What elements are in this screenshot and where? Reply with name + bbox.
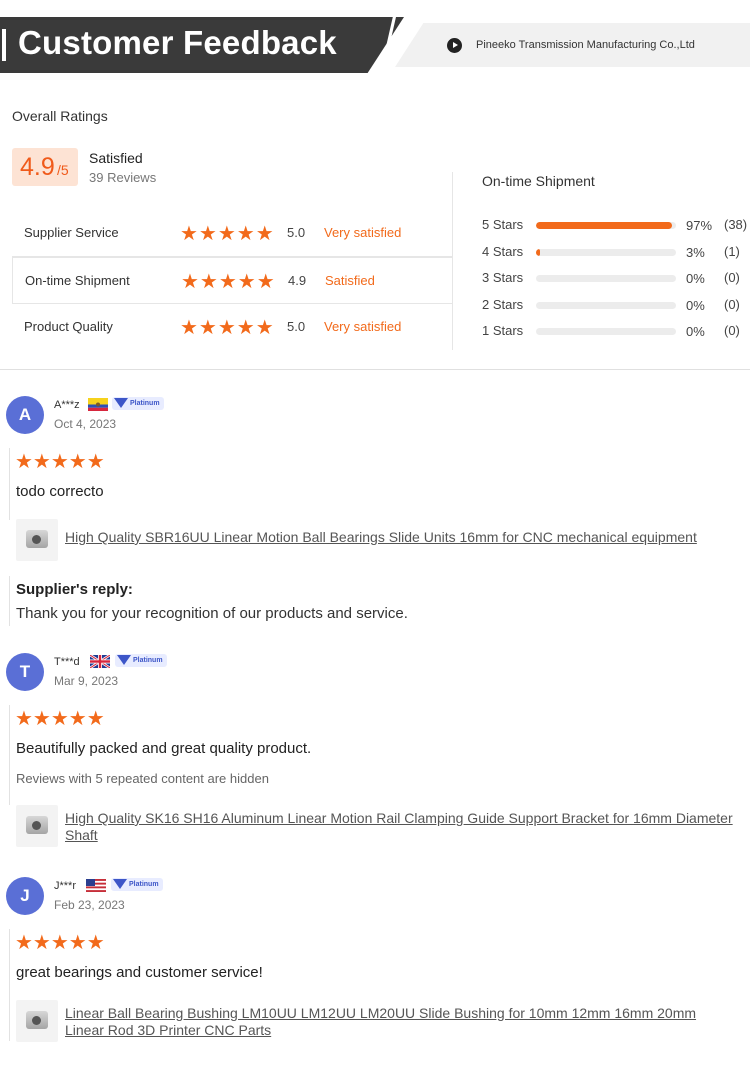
progress-fill bbox=[536, 248, 541, 256]
review-text: Beautifully packed and great quality pro… bbox=[16, 740, 312, 757]
dist-percent: 0% bbox=[686, 324, 705, 339]
rating-row-product-quality: Product Quality ★★★★★ 5.0 Very satisfied bbox=[12, 304, 452, 351]
rating-text: Very satisfied bbox=[324, 225, 402, 240]
progress-track bbox=[536, 222, 676, 229]
progress-track bbox=[536, 301, 676, 309]
overall-ratings-label: Overall Ratings bbox=[12, 108, 108, 124]
dist-label: 1 Stars bbox=[482, 323, 524, 338]
shipment-title: On-time Shipment bbox=[482, 173, 595, 189]
review-date: Feb 23, 2023 bbox=[54, 898, 125, 912]
reviewer-name: A***z bbox=[54, 399, 80, 411]
header-banner: Customer Feedback Pineeko Transmission M… bbox=[0, 17, 750, 73]
platinum-badge: Platinum bbox=[115, 654, 167, 667]
hidden-reviews-note: Reviews with 5 repeated content are hidd… bbox=[16, 771, 269, 786]
star-rating-icon: ★★★★★ bbox=[15, 451, 105, 473]
platinum-badge: Platinum bbox=[111, 878, 163, 891]
score-badge: 4.9 /5 bbox=[12, 148, 78, 186]
review-border bbox=[9, 929, 10, 1041]
rating-label: Product Quality bbox=[24, 319, 113, 334]
reply-text: Thank you for your recognition of our pr… bbox=[16, 605, 408, 622]
reply-border bbox=[9, 576, 10, 626]
star-rating-icon: ★★★★★ bbox=[15, 932, 105, 954]
product-link[interactable]: High Quality SBR16UU Linear Motion Ball … bbox=[65, 529, 737, 546]
dist-label: 5 Stars bbox=[482, 217, 524, 232]
reviewer-name: T***d bbox=[54, 656, 80, 668]
star-rating-icon: ★★★★★ bbox=[180, 317, 275, 339]
avatar: T bbox=[6, 653, 44, 691]
dist-count: (1) bbox=[724, 243, 740, 259]
rating-label: Supplier Service bbox=[24, 225, 119, 240]
dist-row: 1 Stars 0% (0) bbox=[482, 323, 750, 350]
progress-track bbox=[536, 328, 676, 335]
divider bbox=[452, 172, 453, 350]
rating-score: 5.0 bbox=[287, 319, 306, 334]
section-divider bbox=[0, 369, 750, 370]
product-link[interactable]: Linear Ball Bearing Bushing LM10UU LM12U… bbox=[65, 1005, 737, 1039]
satisfaction-label: Satisfied bbox=[89, 150, 143, 166]
review-border bbox=[9, 448, 10, 520]
rating-text: Very satisfied bbox=[324, 319, 402, 334]
dist-count: (38) bbox=[724, 217, 748, 232]
rating-breakdown: Supplier Service ★★★★★ 5.0 Very satisfie… bbox=[12, 210, 452, 351]
dist-row: 2 Stars 0% (0) bbox=[482, 297, 750, 324]
product-thumbnail bbox=[16, 805, 58, 847]
review-border bbox=[9, 705, 10, 805]
product-thumbnail bbox=[16, 1000, 58, 1042]
product-link[interactable]: High Quality SK16 SH16 Aluminum Linear M… bbox=[65, 810, 737, 844]
dist-label: 2 Stars bbox=[482, 296, 524, 312]
star-rating-icon: ★★★★★ bbox=[181, 271, 276, 293]
rating-text: Satisfied bbox=[325, 273, 375, 288]
ecuador-flag-icon bbox=[88, 398, 108, 411]
reviewer-name: J***r bbox=[54, 880, 77, 892]
review-text: great bearings and customer service! bbox=[16, 964, 263, 981]
uk-flag-icon bbox=[90, 655, 110, 668]
star-rating-icon: ★★★★★ bbox=[180, 223, 275, 245]
rating-row-on-time-shipment[interactable]: On-time Shipment ★★★★★ 4.9 Satisfied bbox=[12, 257, 452, 304]
dist-percent: 0% bbox=[686, 297, 705, 313]
dist-count: (0) bbox=[724, 296, 740, 312]
dist-row: 4 Stars 3% (1) bbox=[482, 244, 750, 271]
star-distribution: 5 Stars 97% (38) 4 Stars 3% (1) 3 Stars … bbox=[482, 217, 750, 350]
rating-score: 5.0 bbox=[287, 225, 306, 240]
company-name: Pineeko Transmission Manufacturing Co.,L… bbox=[476, 39, 695, 51]
star-rating-icon: ★★★★★ bbox=[15, 708, 105, 730]
dist-row: 3 Stars 0% (0) bbox=[482, 270, 750, 297]
review-text: todo correcto bbox=[16, 483, 104, 500]
dist-count: (0) bbox=[724, 270, 740, 285]
banner-accent-bar bbox=[2, 29, 6, 61]
platinum-badge: Platinum bbox=[112, 397, 164, 410]
avatar: J bbox=[6, 877, 44, 915]
review-date: Oct 4, 2023 bbox=[54, 417, 117, 431]
overall-score: 4.9 bbox=[20, 153, 55, 181]
progress-fill bbox=[536, 222, 672, 229]
page-title: Customer Feedback bbox=[18, 24, 337, 61]
dist-row: 5 Stars 97% (38) bbox=[482, 217, 750, 244]
us-flag-icon bbox=[86, 879, 106, 892]
dist-percent: 97% bbox=[686, 218, 713, 233]
rating-score: 4.9 bbox=[288, 273, 307, 288]
reviews-count: 39 Reviews bbox=[89, 170, 157, 185]
play-icon bbox=[447, 38, 462, 53]
dist-label: 4 Stars bbox=[482, 243, 524, 259]
rating-row-supplier-service: Supplier Service ★★★★★ 5.0 Very satisfie… bbox=[12, 210, 452, 257]
dist-percent: 3% bbox=[686, 244, 705, 260]
progress-track bbox=[536, 248, 676, 256]
dist-count: (0) bbox=[724, 323, 740, 338]
reply-title: Supplier's reply: bbox=[16, 581, 133, 598]
avatar: A bbox=[6, 396, 44, 434]
rating-label: On-time Shipment bbox=[25, 273, 130, 288]
overall-score-suffix: /5 bbox=[57, 162, 69, 178]
progress-track bbox=[536, 275, 676, 282]
review-date: Mar 9, 2023 bbox=[54, 674, 119, 688]
product-thumbnail bbox=[16, 519, 58, 561]
dist-percent: 0% bbox=[686, 271, 705, 286]
dist-label: 3 Stars bbox=[482, 270, 524, 285]
